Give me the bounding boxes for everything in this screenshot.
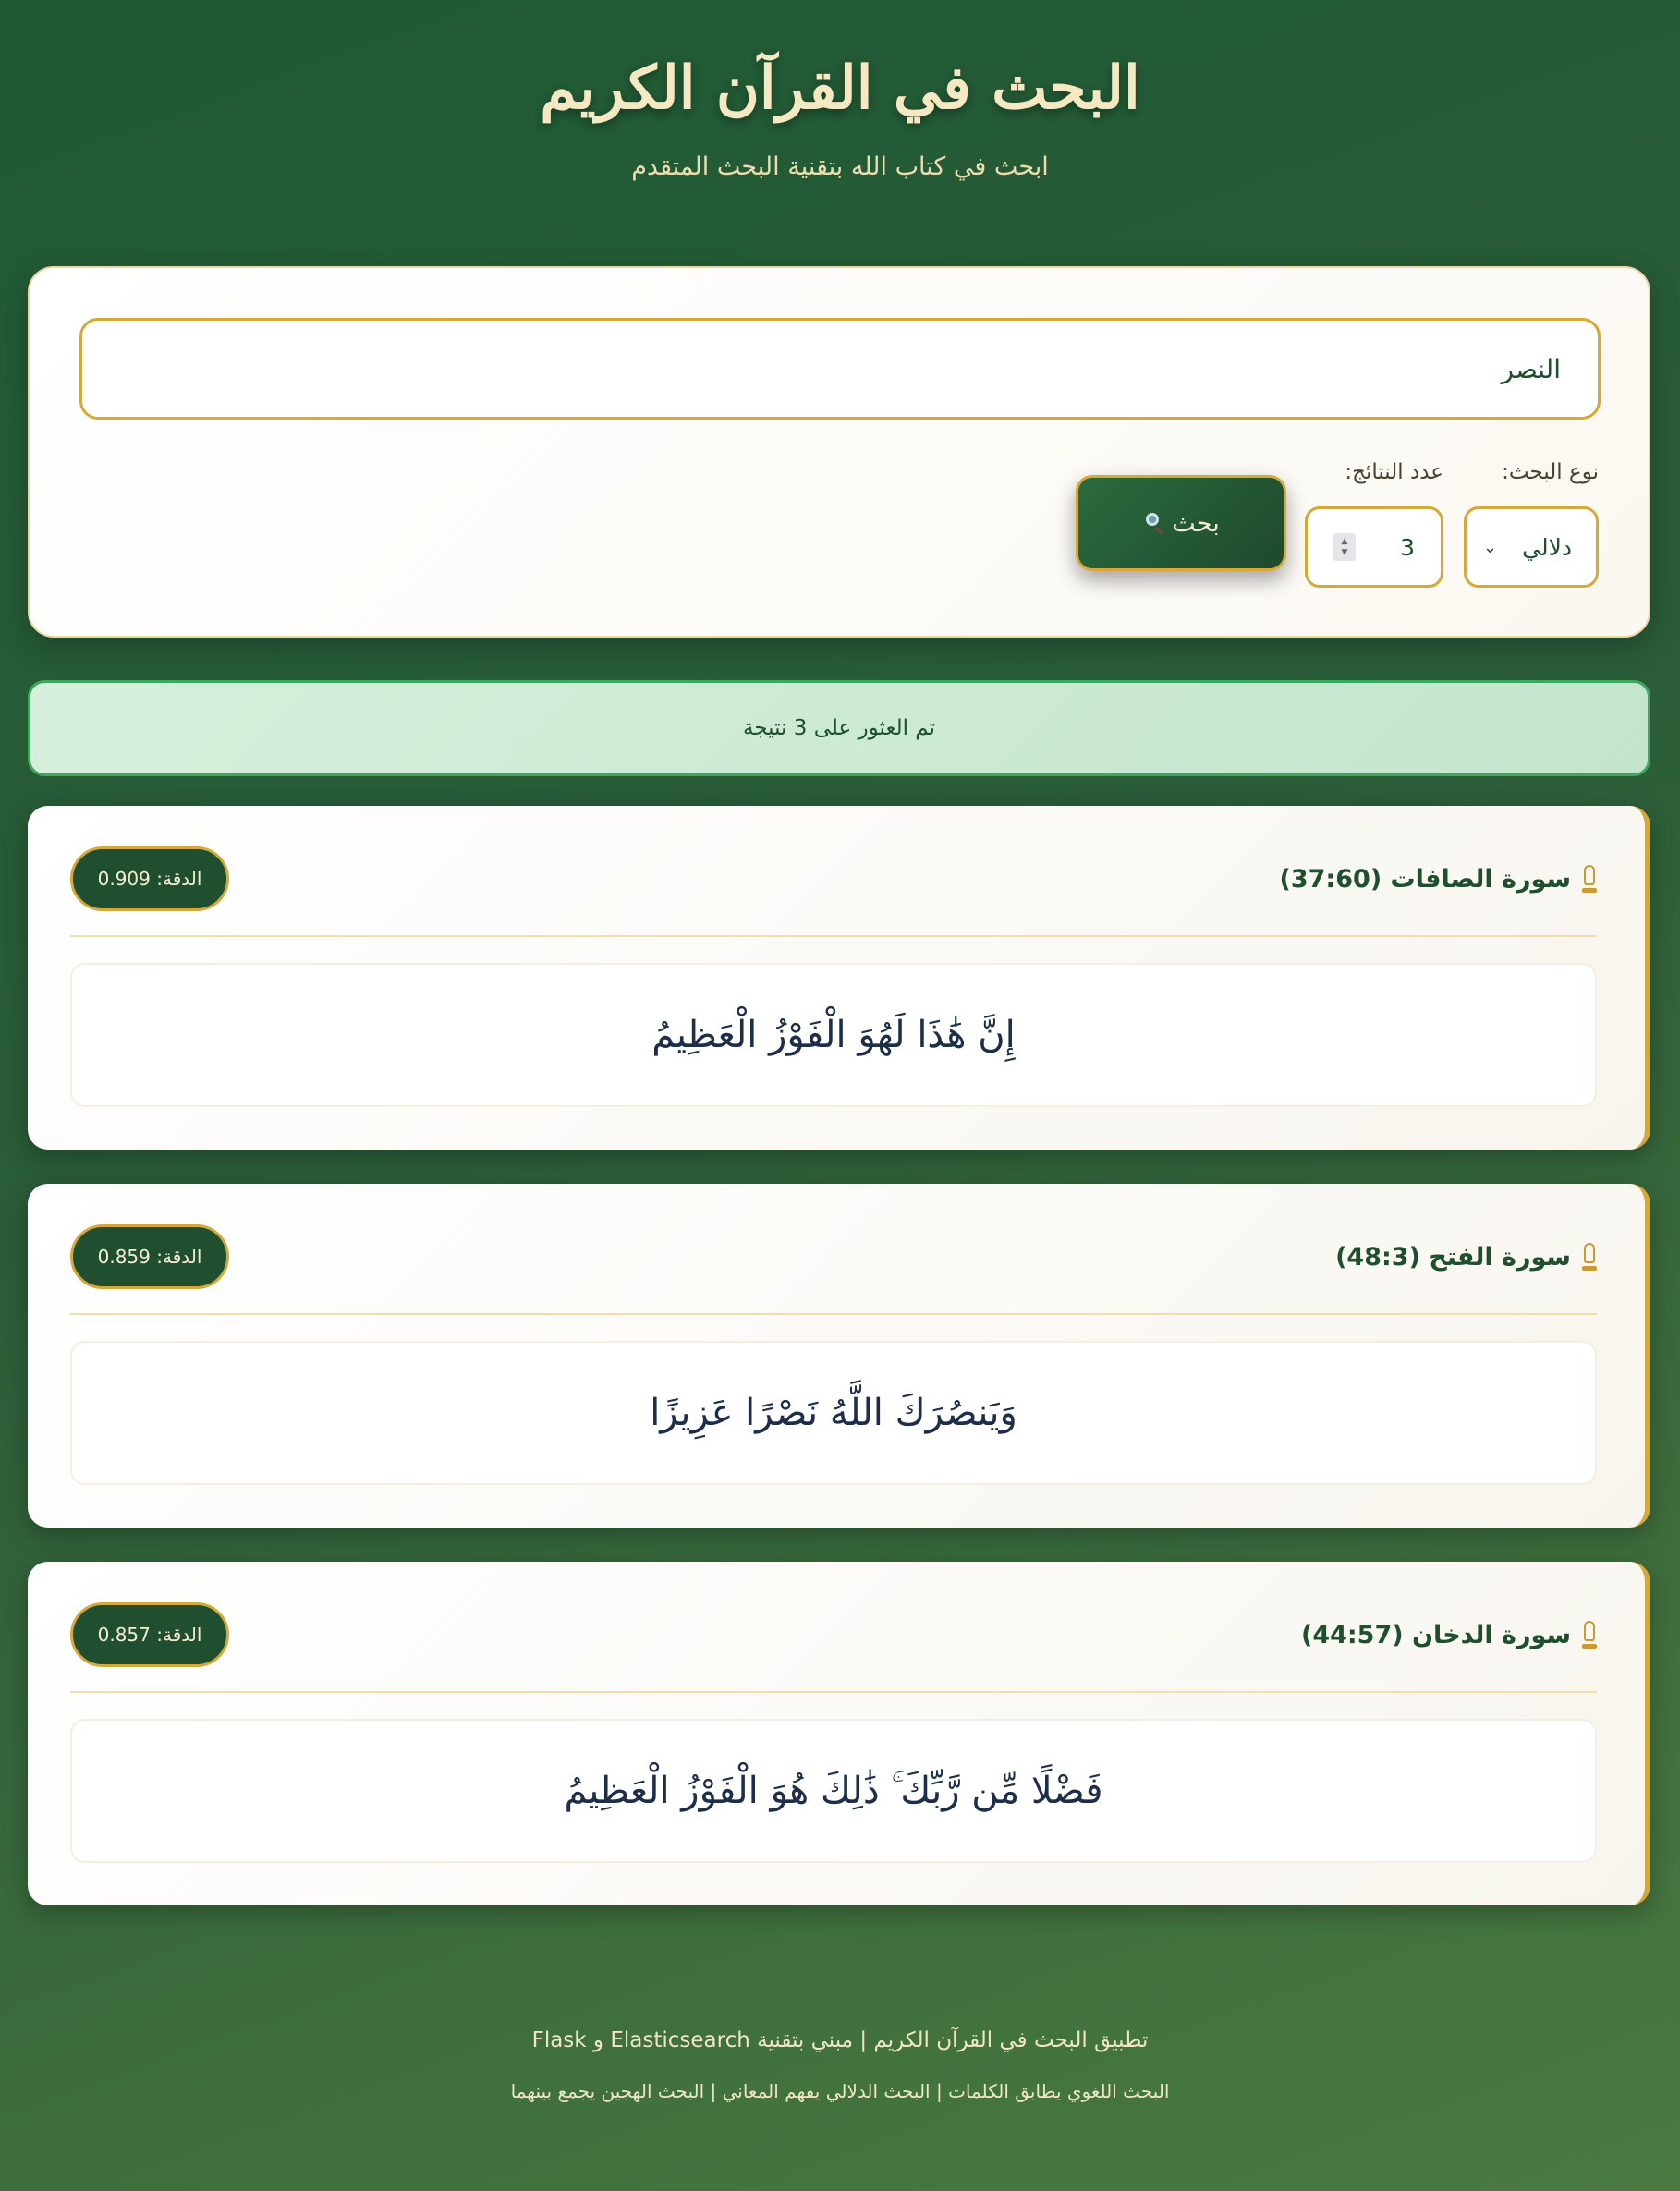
search-type-label: نوع البحث:	[1502, 460, 1599, 484]
spinner-icon[interactable]: ▲ ▼	[1333, 533, 1356, 561]
score-badge: الدقة: 0.859	[70, 1224, 229, 1289]
result-count-input[interactable]: 3 ▲ ▼	[1305, 506, 1443, 588]
result-count-label: عدد النتائج:	[1345, 460, 1443, 484]
status-text: تم العثور على 3 نتيجة	[743, 716, 935, 740]
page-header: البحث في القرآن الكريم ابحث في كتاب الله…	[0, 0, 1680, 181]
result-header: سورة الفتح (48:3) الدقة: 0.859	[70, 1224, 1597, 1315]
result-card: سورة الدخان (44:57) الدقة: 0.857 فَضْلًا…	[28, 1562, 1650, 1905]
surah-title: سورة الدخان (44:57)	[1301, 1621, 1597, 1649]
search-type-select[interactable]: دلالي ⌄	[1464, 506, 1599, 588]
surah-title: سورة الفتح (48:3)	[1335, 1243, 1597, 1272]
surah-title: سورة الصافات (37:60)	[1280, 865, 1597, 894]
page-subtitle: ابحث في كتاب الله بتقنية البحث المتقدم	[631, 152, 1049, 181]
surah-name: سورة الفتح (48:3)	[1335, 1242, 1571, 1272]
footer-credits: تطبيق البحث في القرآن الكريم | مبني بتقن…	[531, 2028, 1149, 2052]
result-card: سورة الصافات (37:60) الدقة: 0.909 إِنَّ …	[28, 806, 1650, 1150]
page-title: البحث في القرآن الكريم	[540, 54, 1140, 123]
search-input[interactable]	[79, 318, 1601, 420]
status-message: تم العثور على 3 نتيجة	[28, 680, 1650, 776]
magnifier-icon	[1142, 513, 1164, 535]
verse-text: وَيَنصُرَكَ اللَّهُ نَصْرًا عَزِيزًا	[70, 1341, 1597, 1485]
footer-search-modes: البحث اللغوي يطابق الكلمات | البحث الدلا…	[510, 2080, 1170, 2102]
result-card: سورة الفتح (48:3) الدقة: 0.859 وَيَنصُرَ…	[28, 1184, 1650, 1528]
score-badge: الدقة: 0.857	[70, 1602, 229, 1667]
lamp-icon	[1582, 1621, 1597, 1649]
search-button[interactable]: بحث	[1076, 475, 1286, 571]
search-button-label: بحث	[1172, 508, 1220, 538]
lamp-icon	[1582, 1243, 1597, 1271]
result-count-value: 3	[1400, 533, 1415, 561]
result-header: سورة الدخان (44:57) الدقة: 0.857	[70, 1602, 1597, 1693]
chevron-down-icon: ⌄	[1483, 537, 1498, 557]
lamp-icon	[1582, 865, 1597, 893]
result-header: سورة الصافات (37:60) الدقة: 0.909	[70, 846, 1597, 937]
surah-name: سورة الصافات (37:60)	[1279, 864, 1571, 894]
score-badge: الدقة: 0.909	[70, 846, 229, 911]
page-footer: تطبيق البحث في القرآن الكريم | مبني بتقن…	[0, 2028, 1680, 2102]
surah-name: سورة الدخان (44:57)	[1300, 1620, 1571, 1649]
verse-text: إِنَّ هَٰذَا لَهُوَ الْفَوْزُ الْعَظِيمُ	[70, 963, 1597, 1107]
search-card: نوع البحث: عدد النتائج: دلالي ⌄ 3 ▲▼ بحث	[28, 266, 1650, 638]
verse-text: فَضْلًا مِّن رَّبِّكَ ۚ ذَٰلِكَ هُوَ الْ…	[70, 1719, 1597, 1863]
search-type-value: دلالي	[1522, 533, 1572, 561]
